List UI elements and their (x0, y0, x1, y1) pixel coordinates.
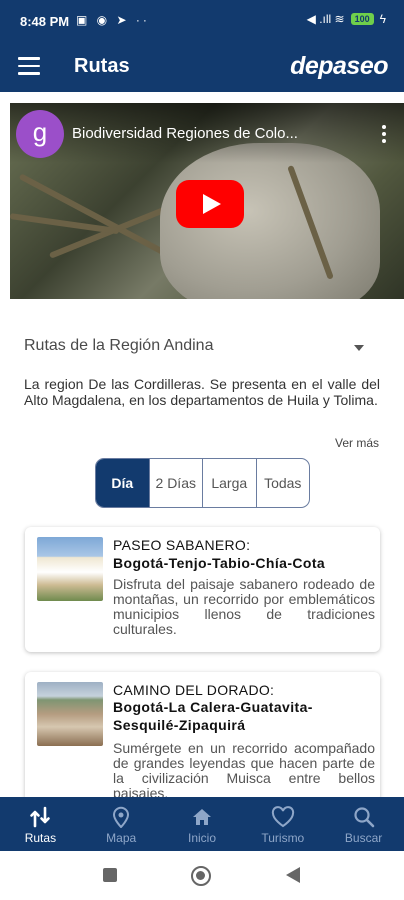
route-description: Disfruta del paisaje sabanero rodeado de… (113, 577, 375, 635)
route-thumbnail (37, 682, 103, 746)
notification-icons: ▣ ◉ ➤ ·· (76, 13, 150, 27)
route-thumbnail (37, 537, 103, 601)
route-card[interactable]: CAMINO DEL DORADO: Bogotá-La Calera-Guat… (25, 672, 380, 802)
system-navigation-bar (0, 851, 404, 900)
filter-larga[interactable]: Larga (202, 459, 256, 507)
route-path: Bogotá-Tenjo-Tabio-Chía-Cota (113, 555, 326, 571)
nav-inicio[interactable]: Inicio (162, 797, 243, 851)
recent-apps-icon[interactable] (103, 868, 117, 882)
home-icon (191, 806, 213, 833)
status-time: 8:48 PM (20, 14, 70, 29)
video-title[interactable]: Biodiversidad Regiones de Colo... (72, 125, 367, 142)
app-logo: depaseo (290, 52, 388, 80)
nav-label: Turismo (261, 831, 305, 845)
nav-label: Inicio (187, 831, 216, 845)
charging-icon: ϟ (379, 12, 386, 26)
route-description: Sumérgete en un recorrido acompañado de … (113, 741, 375, 797)
dropdown-caret-icon (354, 345, 364, 351)
nav-label: Mapa (106, 831, 137, 845)
nav-turismo[interactable]: Turismo (242, 797, 323, 851)
route-card[interactable]: PASEO SABANERO: Bogotá-Tenjo-Tabio-Chía-… (25, 527, 380, 652)
route-title: CAMINO DEL DORADO: (113, 682, 275, 698)
search-icon (353, 806, 375, 833)
nav-label: Buscar (344, 831, 383, 845)
channel-avatar[interactable]: g (16, 110, 64, 158)
region-description: La region De las Cordilleras. Se present… (24, 376, 380, 408)
filter-todas[interactable]: Todas (255, 459, 310, 507)
route-title: PASEO SABANERO: (113, 537, 251, 553)
route-path: Bogotá-La Calera-Guatavita-Sesquilé-Zipa… (113, 699, 313, 733)
duration-filter: Día 2 Días Larga Todas (95, 458, 310, 508)
hamburger-menu-icon[interactable] (18, 57, 40, 75)
routes-icon (29, 806, 51, 833)
play-button[interactable] (176, 180, 244, 228)
signal-wifi-icons: ◀ .ıll ≋ (306, 12, 345, 26)
see-more-link[interactable]: Ver más (335, 436, 379, 450)
nav-label: Rutas (24, 831, 57, 845)
status-bar: 8:48 PM ▣ ◉ ➤ ·· ◀ .ıll ≋ 100 ϟ (0, 0, 404, 44)
filter-2-dias[interactable]: 2 Días (148, 459, 203, 507)
region-dropdown-value: Rutas de la Región Andina (24, 337, 214, 354)
region-dropdown[interactable]: Rutas de la Región Andina (24, 337, 364, 359)
system-back-icon[interactable] (286, 867, 300, 883)
youtube-video-player[interactable]: g Biodiversidad Regiones de Colo... (10, 103, 404, 299)
status-right-icons: ◀ .ıll ≋ 100 ϟ (307, 12, 386, 26)
map-pin-icon (111, 806, 131, 833)
filter-dia[interactable]: Día (96, 459, 149, 507)
nav-rutas[interactable]: Rutas (0, 797, 81, 851)
video-more-options-icon[interactable] (382, 125, 386, 146)
bottom-navigation: Rutas Mapa Inicio Turismo Buscar (0, 797, 404, 851)
nav-buscar[interactable]: Buscar (323, 797, 404, 851)
heart-icon (271, 806, 295, 833)
page-title: Rutas (74, 55, 130, 77)
nav-mapa[interactable]: Mapa (81, 797, 162, 851)
system-home-icon[interactable] (191, 866, 211, 886)
app-bar: Rutas depaseo (0, 44, 404, 92)
battery-icon: 100 (350, 13, 374, 25)
